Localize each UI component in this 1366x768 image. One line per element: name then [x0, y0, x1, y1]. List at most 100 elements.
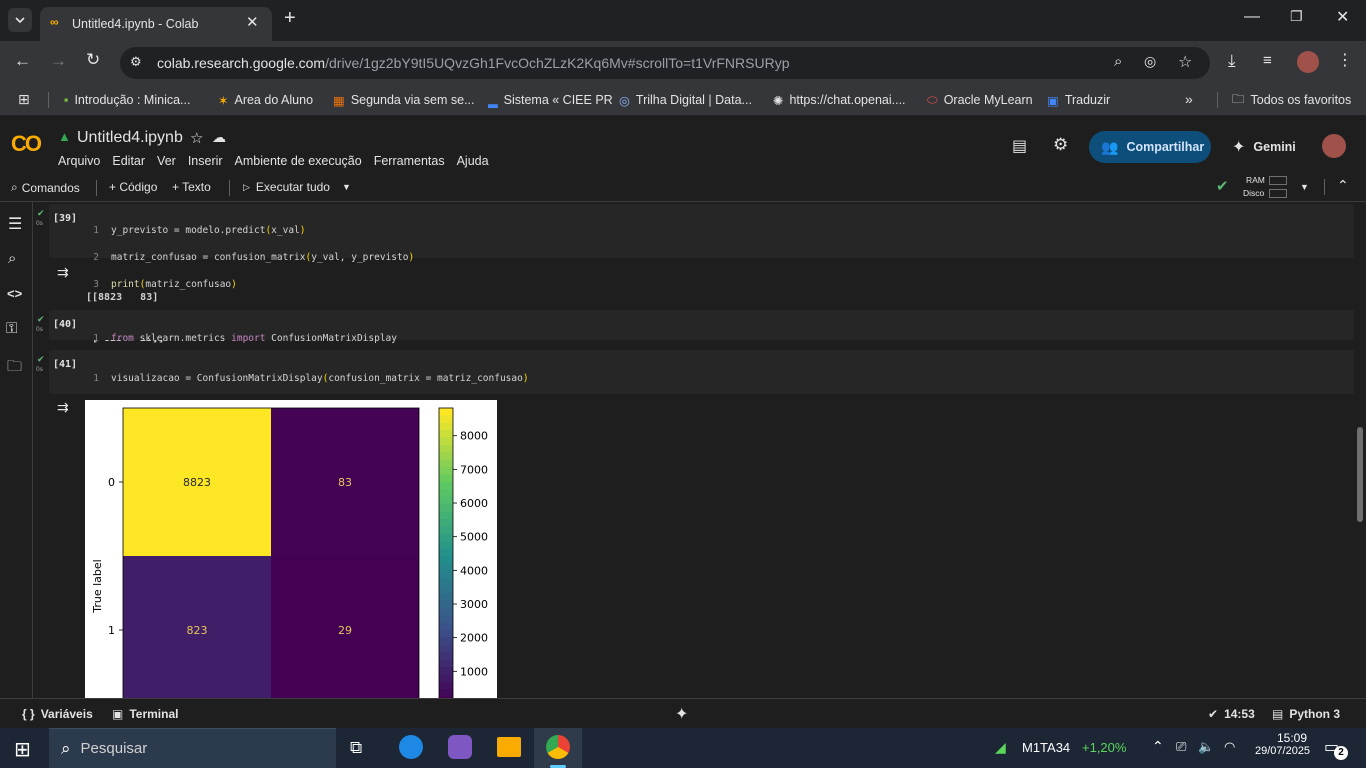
toc-icon[interactable]: ☰	[8, 214, 22, 234]
add-code-button[interactable]: + Código	[109, 180, 157, 194]
colorbar-segment	[439, 622, 453, 631]
gemini-sparkle-icon[interactable]: ✦	[675, 704, 688, 724]
star-icon[interactable]: ☆	[1178, 52, 1192, 72]
code-snippets-icon[interactable]: <>	[7, 286, 22, 301]
new-tab-icon[interactable]: +	[284, 7, 296, 30]
more-bookmarks-icon[interactable]: »	[1185, 91, 1193, 107]
browser-tab[interactable]: ∞ Untitled4.ipynb - Colab ✕	[40, 7, 272, 41]
restore-icon[interactable]: ❐	[1290, 8, 1303, 25]
chrome-taskbar-button[interactable]	[534, 728, 582, 768]
ram-label: RAM	[1246, 175, 1265, 185]
comments-icon[interactable]: ▤	[1012, 136, 1027, 156]
menu-arquivo[interactable]: Arquivo	[58, 154, 100, 168]
colorbar-segment	[439, 674, 453, 683]
collapse-icon[interactable]: ⌃	[1337, 177, 1349, 194]
chevron-down-icon[interactable]: ▼	[342, 182, 351, 194]
scrollbar-thumb[interactable]	[1357, 427, 1363, 522]
drive-icon: ▲	[58, 129, 71, 144]
taskbar-search[interactable]: ⌕ Pesquisar	[49, 728, 336, 768]
forward-icon[interactable]: →	[50, 51, 67, 71]
browser-menu-icon[interactable]: ⋮	[1337, 50, 1353, 70]
cell-time: 0s	[36, 220, 43, 227]
minimize-icon[interactable]: —	[1244, 8, 1260, 26]
terminal-button[interactable]: ▣ Terminal	[112, 707, 178, 721]
profile-avatar[interactable]	[1297, 51, 1319, 73]
stock-name[interactable]: M1TA34	[1022, 740, 1070, 755]
add-text-button[interactable]: + Texto	[172, 180, 211, 194]
menu-ambiente[interactable]: Ambiente de execução	[235, 154, 362, 168]
output-toggle-icon[interactable]: ⇉	[57, 264, 69, 281]
gemini-button[interactable]: ✦ Gemini	[1232, 137, 1296, 157]
bookmark-item[interactable]: ▦ Segunda via sem se...	[333, 84, 475, 116]
colab-status-bar: { } Variáveis ▣ Terminal ✦ ✔ 14:53 ▤ Python …	[0, 698, 1366, 728]
address-bar[interactable]: ⚙ colab.research.google.com/drive/1gz2bY…	[120, 47, 1210, 79]
menu-inserir[interactable]: Inserir	[188, 154, 223, 168]
execution-time[interactable]: ✔ 14:53	[1208, 707, 1255, 721]
download-icon[interactable]: ⤓	[1228, 51, 1236, 71]
back-icon[interactable]: ←	[14, 51, 31, 71]
share-label: Compartilhar	[1126, 140, 1205, 154]
menu-editar[interactable]: Editar	[112, 154, 145, 168]
ram-meter[interactable]	[1269, 176, 1287, 185]
colab-logo[interactable]: CO	[11, 131, 42, 157]
close-window-icon[interactable]: ✕	[1336, 7, 1349, 27]
bookmark-item[interactable]: ▪ Introdução : Minica...	[64, 84, 190, 116]
bookmark-item[interactable]: ✺ https://chat.openai....	[773, 84, 906, 116]
volume-icon[interactable]: 🔈	[1198, 739, 1214, 755]
bookmark-item[interactable]: ▂ Sistema « CIEE PR	[488, 84, 613, 116]
zoom-icon[interactable]: ⌕	[1114, 53, 1122, 70]
bookmark-item[interactable]: ▣ Traduzir	[1047, 84, 1110, 116]
play-icon: ▷	[243, 182, 250, 192]
file-explorer-icon[interactable]	[497, 737, 521, 757]
menu-ver[interactable]: Ver	[157, 154, 176, 168]
disk-meter[interactable]	[1269, 189, 1287, 198]
site-settings-icon[interactable]: ⚙	[130, 54, 142, 70]
eye-off-icon[interactable]: ◎	[1144, 53, 1156, 70]
braces-icon: { }	[22, 707, 35, 721]
key-icon[interactable]: ⚿	[6, 320, 17, 337]
folder-icon[interactable]: 🗀	[7, 356, 22, 381]
execution-count: [40]	[53, 319, 78, 330]
bookmarks-bar: ⊞ ▪ Introdução : Minica... ✶ Area do Aluno…	[0, 84, 1366, 116]
confusion-matrix-chart: 8823 83 823 29 0 1 True label 8000 7000 6000 5000 4…	[91, 407, 488, 698]
url-host: colab.research.google.com	[157, 55, 326, 71]
taskbar-clock[interactable]: 15:09 29/07/2025	[1255, 731, 1310, 757]
output-toggle-icon[interactable]: ⇉	[57, 399, 69, 416]
tray-chevron-icon[interactable]: ⌃	[1152, 738, 1164, 755]
edge-icon[interactable]	[399, 735, 423, 759]
toolbar-divider	[1324, 179, 1325, 195]
reload-icon[interactable]: ↻	[86, 50, 100, 70]
colorbar-segment	[439, 652, 453, 661]
all-bookmarks-folder[interactable]: 🗀 Todos os favoritos	[1232, 84, 1351, 116]
task-view-icon[interactable]: ⧉	[350, 738, 362, 758]
code-cell[interactable]: [39] 1 y_previsto = modelo.predict(x_val)…	[49, 204, 1354, 290]
colorbar-segment	[439, 511, 453, 520]
notebook-title[interactable]: Untitled4.ipynb	[77, 129, 183, 147]
copilot-icon[interactable]	[448, 735, 472, 759]
windows-start-icon[interactable]: ⊞	[14, 737, 31, 762]
network-icon[interactable]: ⎚	[1176, 739, 1186, 755]
bookmark-item[interactable]: ⬭ Oracle MyLearn	[927, 84, 1033, 116]
run-all-button[interactable]: ▷ Executar tudo ▼	[243, 180, 351, 194]
resources-dropdown-icon[interactable]: ▼	[1300, 182, 1309, 192]
menu-ferramentas[interactable]: Ferramentas	[374, 154, 445, 168]
apps-icon[interactable]: ⊞	[18, 91, 30, 108]
find-icon[interactable]: ⌕	[8, 250, 16, 267]
runtime-indicator[interactable]: ▤ Python 3	[1272, 707, 1340, 721]
wifi-icon[interactable]: ◠	[1224, 739, 1235, 755]
user-avatar[interactable]	[1322, 134, 1346, 158]
code-cell[interactable]: [40] 1 from sklearn.metrics import Confus…	[49, 310, 1354, 344]
star-icon[interactable]: ☆	[190, 129, 203, 147]
bookmark-item[interactable]: ◎ Trilha Digital | Data...	[619, 84, 752, 116]
settings-gear-icon[interactable]: ⚙	[1053, 135, 1068, 155]
media-icon[interactable]: ≡	[1263, 52, 1272, 69]
tab-search-button[interactable]	[8, 8, 32, 32]
tab-close-icon[interactable]: ✕	[246, 13, 259, 31]
commands-button[interactable]: ⌕ Comandos	[11, 180, 80, 195]
bookmark-item[interactable]: ✶ Area do Aluno	[218, 84, 313, 116]
variables-button[interactable]: { } Variáveis	[22, 707, 93, 721]
share-button[interactable]: 👥 Compartilhar	[1089, 131, 1211, 163]
menu-ajuda[interactable]: Ajuda	[457, 154, 489, 168]
code-cell[interactable]: [41] 1 visualizacao = ConfusionMatrixDisp…	[49, 350, 1354, 411]
search-placeholder: Pesquisar	[80, 740, 148, 757]
